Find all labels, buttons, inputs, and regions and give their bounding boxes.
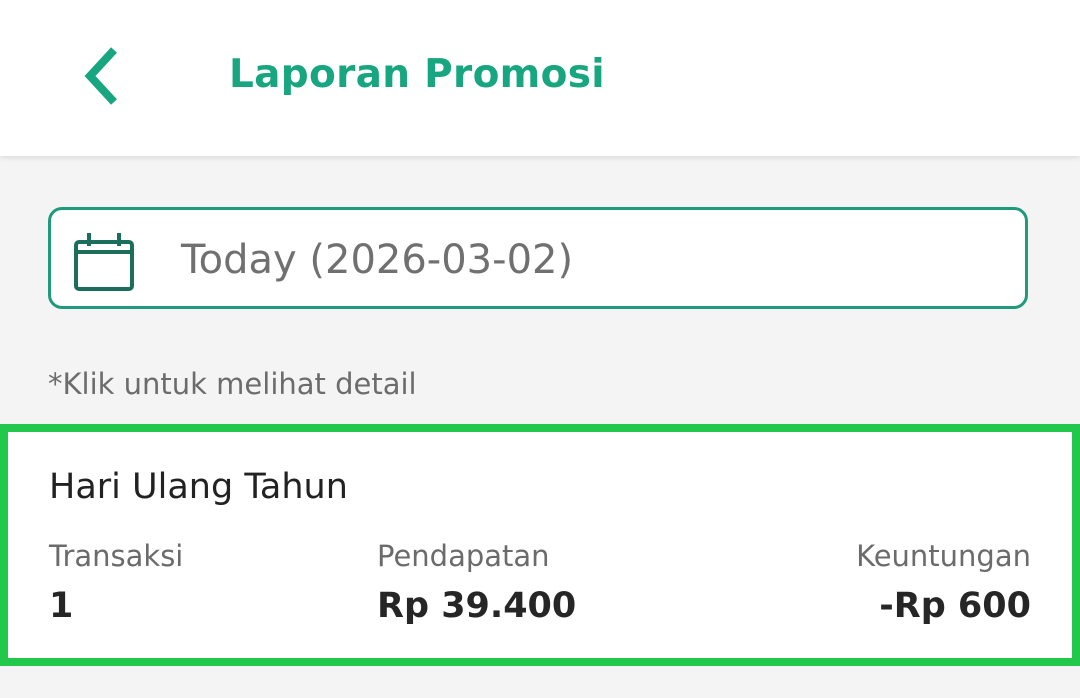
pendapatan-value: Rp 39.400 [377,586,577,626]
transaksi-label: Transaksi [49,539,184,573]
date-filter-field[interactable]: Today (2026-03-02) [48,207,1028,309]
date-filter-value: Today (2026-03-02) [181,237,574,283]
keuntungan-label: Keuntungan [856,539,1031,573]
calendar-icon [74,233,134,291]
back-button[interactable] [78,42,134,110]
transaksi-value: 1 [49,586,74,626]
pendapatan-label: Pendapatan [377,539,550,573]
detail-hint: *Klik untuk melihat detail [48,367,417,401]
keuntungan-value: -Rp 600 [879,586,1031,626]
app-header: Laporan Promosi [0,0,1080,156]
promotion-name: Hari Ulang Tahun [49,467,348,507]
promotion-card[interactable]: Hari Ulang Tahun Transaksi 1 Pendapatan … [0,424,1080,666]
chevron-left-icon [84,47,117,105]
page-title: Laporan Promosi [229,52,605,97]
